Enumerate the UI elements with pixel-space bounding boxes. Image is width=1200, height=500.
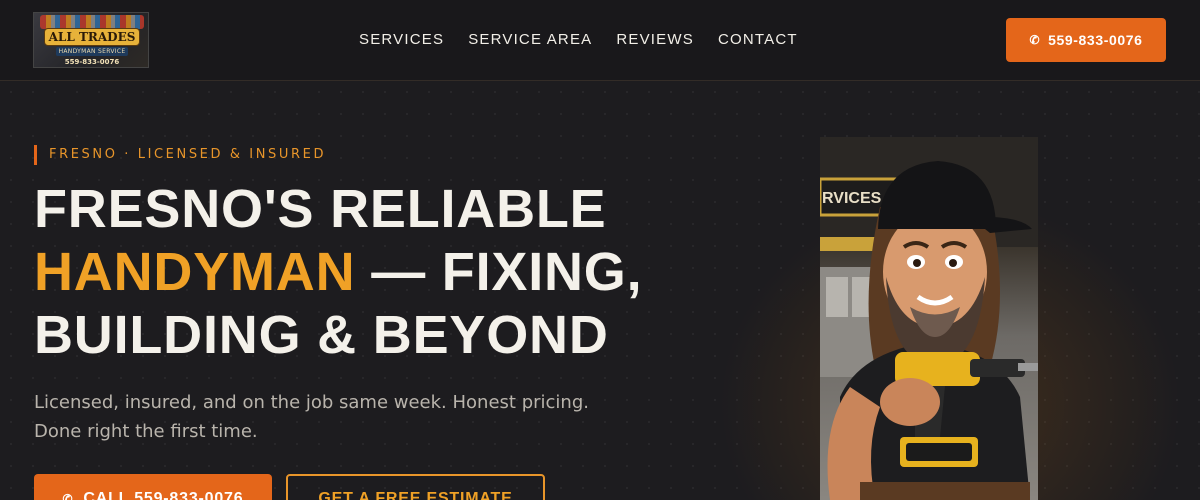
call-now-label: CALL 559-833-0076 <box>83 490 244 500</box>
hero-eyebrow: FRESNO · LICENSED & INSURED <box>34 145 326 165</box>
logo-brand: ALL TRADES <box>44 28 140 46</box>
free-estimate-label: GET A FREE ESTIMATE <box>318 490 513 500</box>
hero-title-line1: FRESNO'S RELIABLE <box>34 179 607 239</box>
site-header: ALL TRADES HANDYMAN SERVICE 559-833-0076… <box>0 0 1200 81</box>
phone-icon: ✆ <box>62 492 74 500</box>
logo-phone: 559-833-0076 <box>64 58 120 66</box>
nav-service-area[interactable]: SERVICE AREA <box>468 30 592 50</box>
nav-services[interactable]: SERVICES <box>359 30 444 50</box>
handyman-mascot-image: RVICES <box>820 137 1038 500</box>
main-nav: SERVICES SERVICE AREA REVIEWS CONTACT <box>359 30 798 50</box>
hero-title-line3: BUILDING & BEYOND <box>34 305 609 365</box>
logo-tools-graphic <box>40 15 144 29</box>
nav-contact[interactable]: CONTACT <box>718 30 798 50</box>
nav-reviews[interactable]: REVIEWS <box>616 30 694 50</box>
mascot-sign-text: RVICES <box>822 190 882 207</box>
hero-title: FRESNO'S RELIABLE HANDYMAN — FIXING, BUI… <box>34 178 734 367</box>
mascot-illustration: RVICES <box>820 137 1038 500</box>
call-now-button[interactable]: ✆ CALL 559-833-0076 <box>34 474 272 500</box>
hero-title-accent: HANDYMAN <box>34 242 356 302</box>
header-call-button[interactable]: ✆ 559-833-0076 <box>1006 18 1166 62</box>
hero-subtitle: Licensed, insured, and on the job same w… <box>34 392 589 442</box>
logo-tagline: HANDYMAN SERVICE <box>56 47 128 56</box>
phone-icon: ✆ <box>1029 33 1041 47</box>
free-estimate-button[interactable]: GET A FREE ESTIMATE <box>286 474 545 500</box>
header-call-label: 559-833-0076 <box>1048 32 1143 48</box>
hero-title-line2: — FIXING, <box>355 242 643 302</box>
logo[interactable]: ALL TRADES HANDYMAN SERVICE 559-833-0076 <box>33 12 149 68</box>
